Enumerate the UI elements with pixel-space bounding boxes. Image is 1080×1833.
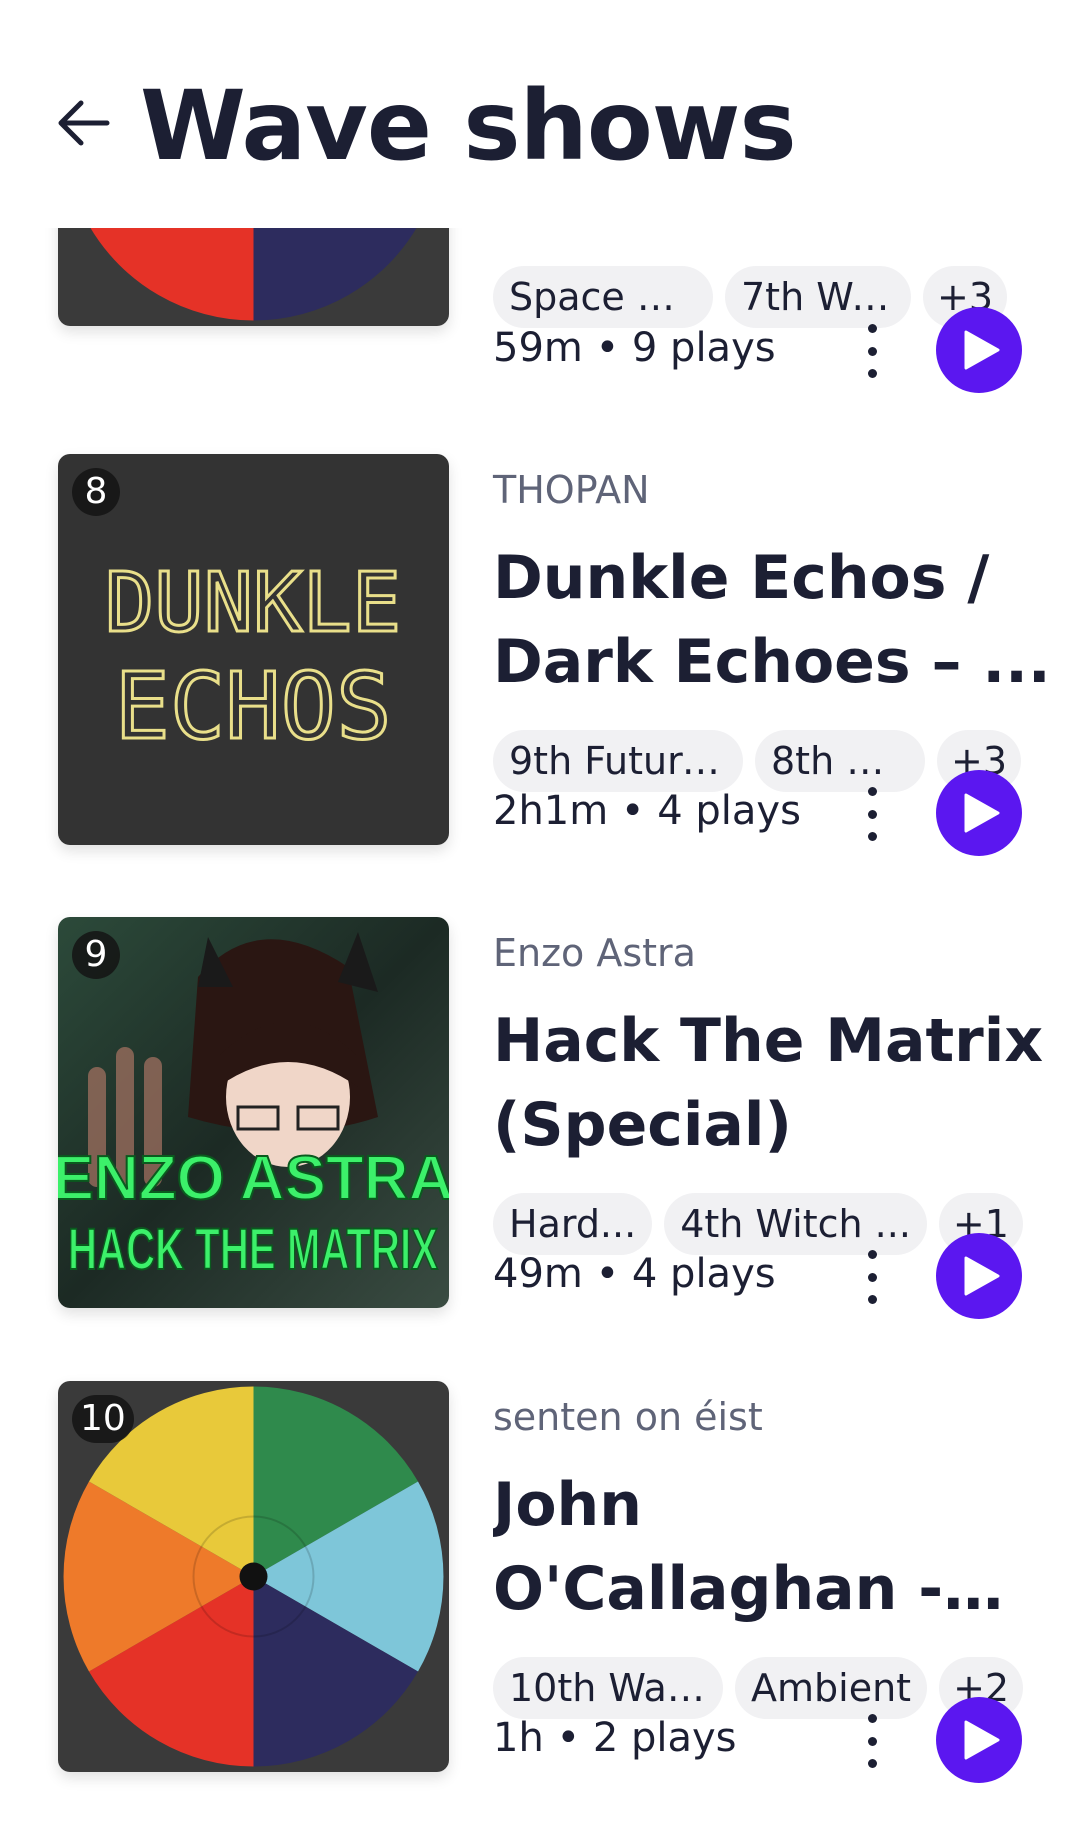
page-title: Wave shows (140, 70, 797, 182)
tag-row: 9th Future... 8th W... +3 (493, 730, 1023, 796)
hack-the-matrix-artwork: ENZO ASTRA HACK THE MATRIX (58, 917, 449, 1308)
play-icon (964, 1256, 1000, 1296)
tag-chip[interactable]: Hard... (493, 1193, 653, 1255)
cover-text: ECHOS (115, 653, 392, 760)
play-button[interactable] (936, 1697, 1022, 1783)
cover-text: ENZO ASTRA (58, 1144, 449, 1213)
show-title[interactable]: Hack The Matrix (Special) (493, 999, 1053, 1167)
more-vertical-icon[interactable] (848, 1242, 896, 1312)
dunkle-echos-artwork: DUNKLE ECHOS (58, 454, 449, 845)
author-name[interactable]: Enzo Astra (493, 931, 696, 975)
show-title[interactable]: John O'Callaghan - Aus Der Ferne ... (493, 1463, 1053, 1631)
show-cover[interactable]: DUNKLE ECHOS 8 (58, 454, 449, 845)
tag-chip[interactable]: Space Dis... (493, 266, 713, 328)
play-button[interactable] (936, 770, 1022, 856)
play-icon (964, 330, 1000, 370)
show-cover[interactable]: 10 (58, 1381, 449, 1772)
author-name[interactable]: senten on éist (493, 1395, 763, 1439)
author-name[interactable]: THOPAN (493, 468, 650, 512)
cover-text: DUNKLE (105, 556, 401, 651)
duration-plays: 49m • 4 plays (493, 1251, 776, 1297)
tag-chip[interactable]: 9th Future... (493, 730, 743, 792)
duration-plays: 59m • 9 plays (493, 325, 776, 371)
cover-text: HACK THE MATRIX (68, 1217, 438, 1282)
more-vertical-icon[interactable] (848, 779, 896, 849)
rank-badge: 10 (72, 1395, 134, 1443)
tag-row: Space Dis... 7th Wa... +3 (493, 266, 1023, 332)
top-bar: Wave shows (0, 0, 1080, 228)
more-vertical-icon[interactable] (848, 316, 896, 386)
screen: Space Dis... 7th Wa... +3 59m • 9 plays DU… (0, 0, 1080, 1833)
tag-chip[interactable]: 10th Wave (493, 1657, 723, 1719)
show-title[interactable]: Dunkle Echos / Dark Echoes – ... (493, 536, 1053, 704)
show-cover[interactable]: ENZO ASTRA HACK THE MATRIX 9 (58, 917, 449, 1308)
arrow-left-icon (58, 100, 110, 146)
back-button[interactable] (52, 92, 114, 154)
play-button[interactable] (936, 1233, 1022, 1319)
more-vertical-icon[interactable] (848, 1706, 896, 1776)
show-list: Space Dis... 7th Wa... +3 59m • 9 plays DU… (0, 0, 1080, 1833)
rank-badge: 9 (72, 931, 120, 979)
play-button[interactable] (936, 307, 1022, 393)
duration-plays: 1h • 2 plays (493, 1715, 737, 1761)
tag-row: 10th Wave Ambient +2 (493, 1657, 1023, 1723)
tag-row: Hard... 4th Witch ... +1 (493, 1193, 1023, 1259)
rank-badge: 8 (72, 468, 120, 516)
tag-chip[interactable]: Ambient (735, 1657, 928, 1719)
duration-plays: 2h1m • 4 plays (493, 788, 801, 834)
tag-chip[interactable]: 8th W... (755, 730, 925, 792)
play-icon (964, 793, 1000, 833)
play-icon (964, 1720, 1000, 1760)
